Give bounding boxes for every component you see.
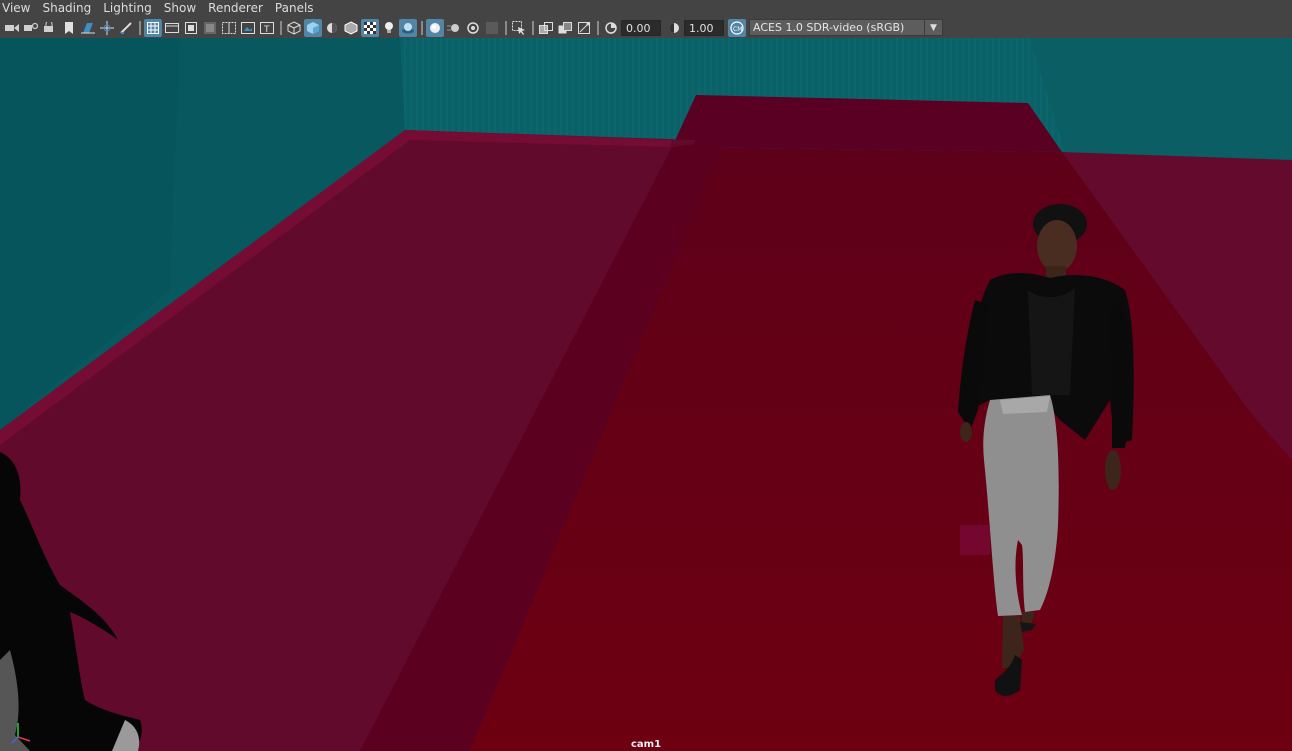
safe-action-icon[interactable] — [239, 19, 257, 37]
svg-text:T: T — [263, 25, 270, 34]
floor-marker — [960, 525, 990, 555]
isolate-select-icon[interactable] — [510, 19, 528, 37]
viewport-scene — [0, 38, 1292, 751]
svg-text:CM: CM — [733, 26, 742, 33]
textured-icon[interactable] — [361, 18, 379, 37]
menu-show[interactable]: Show — [162, 0, 202, 17]
shadows-icon[interactable] — [399, 18, 417, 37]
film-gate-icon[interactable] — [163, 19, 181, 37]
toolbar-divider — [597, 20, 599, 35]
motion-blur-icon[interactable] — [445, 19, 463, 37]
grease-pencil-icon[interactable] — [117, 19, 135, 37]
use-all-lights-icon[interactable] — [380, 19, 398, 37]
image-plane-icon[interactable] — [79, 19, 97, 37]
menu-lighting[interactable]: Lighting — [101, 0, 158, 17]
default-material-icon[interactable] — [323, 19, 341, 37]
smooth-shade-icon[interactable] — [304, 18, 322, 37]
color-space-dropdown[interactable]: ACES 1.0 SDR-video (sRGB) ▼ — [749, 19, 943, 36]
gamma-field[interactable]: 1.00 — [684, 19, 724, 36]
exposure-icon[interactable] — [602, 19, 620, 37]
depth-of-field-icon[interactable] — [483, 19, 501, 37]
toolbar-divider — [532, 20, 534, 35]
bookmark-icon[interactable] — [60, 19, 78, 37]
toolbar-divider — [505, 20, 507, 35]
gate-mask-icon[interactable] — [201, 19, 219, 37]
right-wall — [1030, 38, 1292, 160]
color-space-label: ACES 1.0 SDR-video (sRGB) — [753, 21, 905, 34]
xray-active-components-icon[interactable] — [556, 19, 574, 37]
wireframe-on-shaded-icon[interactable] — [342, 19, 360, 37]
gamma-icon[interactable] — [665, 19, 683, 37]
resolution-gate-icon[interactable] — [182, 19, 200, 37]
menu-renderer[interactable]: Renderer — [206, 0, 269, 17]
safe-title-icon[interactable]: T — [258, 19, 276, 37]
viewport-menu-bar: View Shading Lighting Show Renderer Pane… — [0, 0, 1292, 17]
field-chart-icon[interactable] — [220, 19, 238, 37]
menu-shading[interactable]: Shading — [40, 0, 97, 17]
chevron-down-icon[interactable]: ▼ — [924, 20, 942, 35]
3d-viewport[interactable]: cam1 — [0, 38, 1292, 751]
xray-icon[interactable] — [537, 19, 555, 37]
toolbar-divider — [139, 20, 141, 35]
camera-attributes-icon[interactable] — [22, 19, 40, 37]
camera-name-label: cam1 — [630, 739, 662, 750]
grid-icon[interactable] — [144, 18, 162, 37]
select-camera-icon[interactable] — [3, 19, 21, 37]
menu-panels[interactable]: Panels — [273, 0, 320, 17]
platform-top-face — [672, 95, 1062, 152]
toolbar-divider — [280, 20, 282, 35]
menu-view[interactable]: View — [0, 0, 36, 17]
color-management-icon[interactable]: CM — [728, 18, 746, 37]
2d-pan-zoom-icon[interactable] — [98, 19, 116, 37]
screen-space-ao-icon[interactable] — [426, 18, 444, 37]
wireframe-icon[interactable] — [285, 19, 303, 37]
viewport-toolbar: T 0.00 1.00 CM ACES 1.0 SDR-video (sRGB)… — [0, 17, 1292, 38]
camera-lock-icon[interactable] — [41, 19, 59, 37]
toolbar-divider — [421, 20, 423, 35]
xray-joints-icon[interactable] — [575, 19, 593, 37]
anti-aliasing-icon[interactable] — [464, 19, 482, 37]
exposure-field[interactable]: 0.00 — [621, 19, 661, 36]
